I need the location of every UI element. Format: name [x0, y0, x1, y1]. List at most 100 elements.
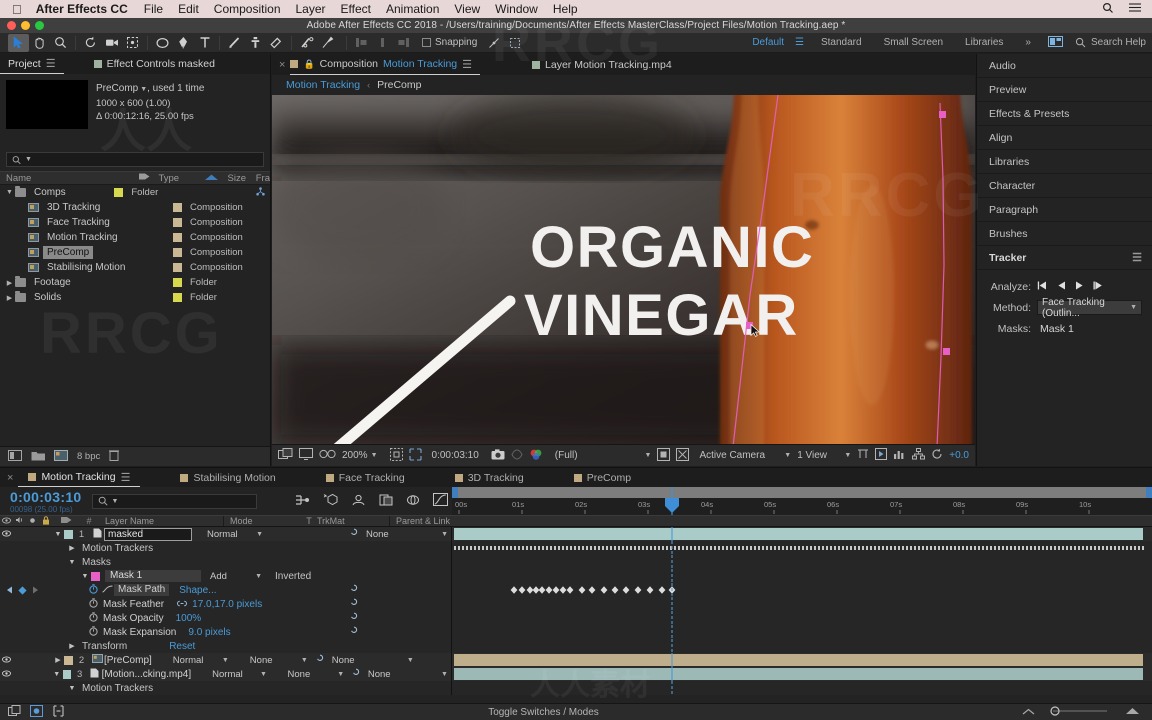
property-value[interactable]: Shape...: [179, 585, 216, 596]
mask-mode-dropdown[interactable]: Add ▼: [207, 570, 265, 582]
twirl-icon[interactable]: ▶: [4, 279, 15, 287]
project-item-dropdown-icon[interactable]: ▼: [138, 86, 147, 93]
timeline-tab-stabilising-motion[interactable]: Stabilising Motion: [170, 468, 285, 487]
video-visibility-toggle[interactable]: [0, 529, 13, 539]
menu-item-animation[interactable]: Animation: [386, 2, 439, 16]
3d-glasses-icon[interactable]: [319, 449, 336, 462]
group-name[interactable]: Transform: [78, 641, 127, 652]
twirl-icon[interactable]: ▶: [66, 544, 78, 552]
timeline-row[interactable]: ▼ 3 [Motion...cking.mp4] Normal ▼ None ▼ None ▼: [0, 667, 1152, 681]
timeline-row[interactable]: ▶ Motion Trackers: [0, 541, 1152, 555]
property-name[interactable]: Mask Expansion: [100, 627, 176, 638]
dock-panel-paragraph[interactable]: Paragraph: [977, 198, 1152, 222]
selection-tool-icon[interactable]: [8, 33, 29, 52]
column-size[interactable]: Size: [222, 173, 250, 184]
project-item-row[interactable]: 3D Tracking Composition: [0, 200, 270, 215]
brush-tool-icon[interactable]: [224, 34, 245, 52]
label-color-swatch[interactable]: [173, 203, 182, 212]
analyze-forward-icon[interactable]: [1075, 281, 1084, 292]
align-left-icon[interactable]: [351, 34, 372, 52]
twirl-icon[interactable]: ▶: [52, 656, 64, 664]
comp-flowchart-icon[interactable]: [912, 448, 926, 463]
snapping-toggle[interactable]: Snapping: [422, 37, 477, 48]
project-item-row[interactable]: Motion Tracking Composition: [0, 230, 270, 245]
timeline-row[interactable]: ▼ Masks: [0, 555, 1152, 569]
chevron-down-icon[interactable]: ▼: [371, 452, 378, 459]
timeline-panel-menu-icon[interactable]: ☰: [121, 471, 131, 484]
tracker-panel-menu-icon[interactable]: ☰: [1132, 251, 1142, 264]
parent-dropdown[interactable]: None ▼: [363, 528, 451, 540]
tab-project[interactable]: Project ☰: [0, 54, 64, 74]
label-color-swatch[interactable]: [114, 188, 124, 197]
twirl-icon[interactable]: ▶: [66, 642, 78, 650]
tracker-method-dropdown[interactable]: Face Tracking (Outlin... ▼: [1037, 297, 1142, 319]
dock-panel-preview[interactable]: Preview: [977, 78, 1152, 102]
menu-item-layer[interactable]: Layer: [296, 2, 326, 16]
delete-icon[interactable]: [109, 449, 120, 464]
chevron-down-icon[interactable]: ▼: [844, 452, 851, 459]
timeline-row-track[interactable]: [452, 639, 1152, 653]
video-visibility-toggle[interactable]: [0, 655, 13, 665]
align-right-icon[interactable]: [393, 34, 414, 52]
interpret-footage-icon[interactable]: [8, 449, 22, 464]
pixel-aspect-icon[interactable]: [857, 448, 869, 463]
timeline-row[interactable]: ▼ Mask 1 Add ▼ Inverted: [0, 569, 1152, 583]
workspace-layout-icon[interactable]: [1047, 35, 1063, 50]
share-icon[interactable]: [256, 186, 270, 199]
workspace-default[interactable]: Default: [741, 33, 795, 53]
viewer-timecode[interactable]: 0:00:03:10: [432, 450, 479, 461]
timeline-zoom-slider[interactable]: [1045, 705, 1115, 719]
enable-frame-blending-icon[interactable]: [379, 494, 393, 509]
chevron-down-icon[interactable]: ▼: [256, 531, 263, 538]
dock-panel-character[interactable]: Character: [977, 174, 1152, 198]
timeline-row-track[interactable]: [452, 541, 1152, 555]
layer-name[interactable]: [PreComp]: [104, 655, 152, 666]
clone-stamp-tool-icon[interactable]: [245, 34, 266, 52]
chevron-down-icon[interactable]: ▼: [784, 452, 791, 459]
parent-pickwhip-icon[interactable]: [311, 654, 329, 666]
timeline-row-track[interactable]: [452, 555, 1152, 569]
layer-color-swatch[interactable]: [64, 655, 73, 665]
in-out-panel-toggle-icon[interactable]: [52, 704, 65, 720]
dock-panel-libraries[interactable]: Libraries: [977, 150, 1152, 174]
twirl-icon[interactable]: ▼: [51, 671, 63, 678]
workspace-overflow-button[interactable]: »: [1014, 33, 1042, 53]
property-name[interactable]: Mask Feather: [100, 599, 164, 610]
timeline-row[interactable]: Mask Feather 17.0,17.0 pixels: [0, 597, 1152, 611]
project-item-row[interactable]: Face Tracking Composition: [0, 215, 270, 230]
close-timeline-tab-icon[interactable]: ×: [0, 472, 18, 484]
timeline-row-track[interactable]: [452, 667, 1152, 681]
analyze-back-icon[interactable]: [1057, 281, 1066, 292]
new-composition-icon[interactable]: [54, 449, 68, 464]
chevron-down-icon[interactable]: ▼: [222, 657, 229, 664]
analyze-1-forward-icon[interactable]: [1093, 281, 1104, 292]
menu-item-file[interactable]: File: [144, 2, 163, 16]
layer-color-swatch[interactable]: [64, 529, 73, 539]
twirl-icon[interactable]: ▼: [66, 559, 78, 566]
graph-curve-icon[interactable]: [100, 585, 114, 596]
pen-tool-icon[interactable]: [173, 34, 194, 52]
property-value[interactable]: 17.0,17.0 pixels: [192, 599, 262, 610]
always-preview-icon[interactable]: [278, 448, 293, 463]
snap-vertex-icon[interactable]: [483, 34, 504, 52]
color-depth-label[interactable]: 8 bpc: [77, 451, 100, 462]
draft-3d-icon[interactable]: [323, 493, 338, 509]
timeline-row-track[interactable]: [452, 625, 1152, 639]
hand-tool-icon[interactable]: [29, 34, 50, 52]
grid-guides-icon[interactable]: [389, 447, 403, 464]
roto-brush-tool-icon[interactable]: [296, 34, 317, 52]
breadcrumb-next[interactable]: PreComp: [377, 79, 421, 91]
twirl-icon[interactable]: ▼: [4, 189, 15, 196]
timeline-row-track[interactable]: [452, 681, 1152, 695]
parent-dropdown[interactable]: None ▼: [365, 668, 451, 680]
layer-switches-toggle-icon[interactable]: [8, 704, 21, 720]
twirl-icon[interactable]: ▼: [79, 573, 91, 580]
zoom-in-timeline-icon[interactable]: [1125, 707, 1140, 718]
tracker-masks-value[interactable]: Mask 1: [1037, 323, 1074, 335]
timeline-search-input[interactable]: ▼: [91, 493, 257, 509]
zoom-level-dropdown[interactable]: 200% ▼: [342, 450, 378, 461]
chevron-down-icon[interactable]: ▼: [260, 671, 267, 678]
align-center-icon[interactable]: [372, 34, 393, 52]
transparency-grid-icon[interactable]: [657, 447, 671, 464]
timeline-row-track[interactable]: [452, 611, 1152, 625]
